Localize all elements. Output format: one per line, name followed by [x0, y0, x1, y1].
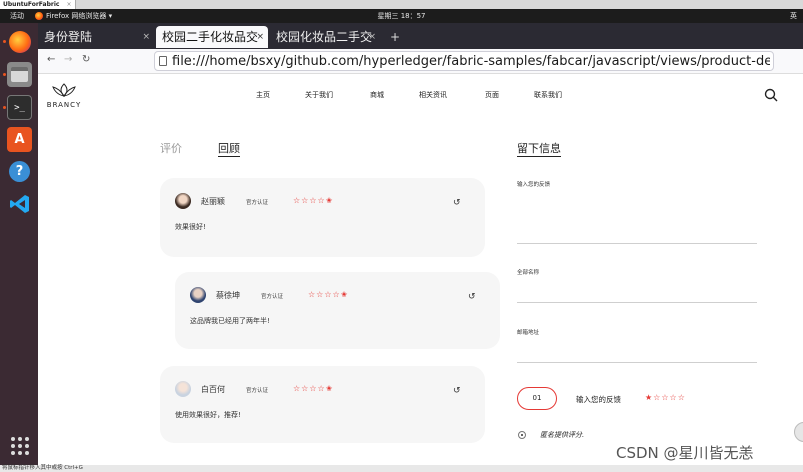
submit-button[interactable]: 01	[517, 387, 557, 410]
menu-item-contact[interactable]: 联系我们	[534, 90, 562, 100]
reload-icon[interactable]: ↻	[82, 54, 90, 65]
url-text[interactable]: file:///home/bsxy/github.com/hyperledger…	[172, 52, 770, 71]
dock-files-icon[interactable]	[7, 62, 32, 87]
star-rating: ☆☆☆☆✬	[293, 196, 334, 205]
verified-badge: 官方认证	[246, 388, 269, 394]
comment-card: 赵丽颖 官方认证 ☆☆☆☆✬ ↺ 效果很好!	[160, 178, 485, 257]
lotus-logo-icon	[52, 83, 76, 97]
star-rating: ☆☆☆☆✬	[293, 384, 334, 393]
tab-close-icon[interactable]: ×	[142, 26, 150, 48]
dock-software-store-icon[interactable]: A	[7, 127, 32, 152]
browser-tab-active[interactable]: 校园二手化妆品交 ×	[156, 26, 268, 48]
page-icon	[159, 56, 167, 66]
site-logo[interactable]: BRANCY	[46, 82, 82, 109]
comment-author: 蔡徐坤	[216, 291, 240, 300]
avatar	[175, 381, 191, 397]
clock[interactable]: 星期三 18：57	[0, 9, 803, 23]
scroll-to-top-button[interactable]	[794, 422, 803, 442]
vm-tab-close-icon[interactable]: ×	[66, 0, 71, 9]
name-input[interactable]	[517, 302, 757, 303]
running-indicator	[3, 40, 6, 43]
browser-tab-bar: 身份登陆 × 校园二手化妆品交 × 校园化妆品二手交 × +	[38, 23, 803, 49]
show-applications-icon[interactable]	[11, 437, 29, 455]
browser-tab-title: 校园化妆品二手交	[276, 30, 373, 44]
dock-firefox-icon[interactable]	[7, 29, 32, 54]
url-bar[interactable]: file:///home/bsxy/github.com/hyperledger…	[154, 51, 774, 71]
system-top-bar: 活动 Firefox 网络浏览器 ▾ 星期三 18：57 英	[0, 9, 803, 23]
web-page: BRANCY 主页 关于我们 商城 相关资讯 页面 联系我们 评价 回顾 留下信…	[38, 74, 803, 472]
dock-vscode-icon[interactable]	[7, 191, 32, 216]
rating-label: 输入您的反馈	[576, 395, 621, 404]
comment-text: 使用效果很好，推荐!	[175, 411, 241, 419]
browser-tab[interactable]: 校园化妆品二手交 ×	[270, 26, 380, 48]
reply-icon[interactable]: ↺	[453, 198, 461, 208]
tab-close-icon[interactable]: ×	[256, 26, 264, 48]
vm-tab-title: UbuntuForFabric	[3, 1, 60, 8]
star-rating: ☆☆☆☆✬	[308, 290, 349, 299]
reply-icon[interactable]: ↺	[468, 292, 476, 302]
forward-arrow-icon[interactable]: →	[64, 54, 72, 65]
browser-tab-title: 校园二手化妆品交	[162, 30, 259, 44]
dock-terminal-icon[interactable]: >_	[7, 95, 32, 120]
name-label: 全部名称	[517, 270, 540, 276]
vm-status-bar: 将鼠标指针移入其中或按 Ctrl+G	[0, 465, 803, 472]
feedback-label: 输入您的反馈	[517, 182, 551, 188]
browser-nav-bar: ← → ↻ file:///home/bsxy/github.com/hyper…	[38, 49, 803, 74]
tab-replies[interactable]: 回顾	[218, 140, 240, 157]
feedback-input[interactable]	[517, 243, 757, 244]
tab-close-icon[interactable]: ×	[368, 26, 376, 48]
menu-item-about[interactable]: 关于我们	[305, 90, 333, 100]
dock: >_ A ?	[0, 23, 38, 472]
browser-tab-title: 身份登陆	[44, 30, 93, 44]
anonymous-radio[interactable]	[518, 431, 526, 439]
dock-help-icon[interactable]: ?	[7, 159, 32, 184]
menu-item-home[interactable]: 主页	[256, 90, 270, 100]
anonymous-label: 匿名提供评分.	[540, 431, 585, 439]
menu-item-shop[interactable]: 商城	[370, 90, 384, 100]
browser-tab[interactable]: 身份登陆 ×	[38, 26, 154, 48]
email-label: 邮箱地址	[517, 330, 540, 336]
comment-text: 效果很好!	[175, 223, 206, 231]
comment-text: 这品牌我已经用了两年半!	[190, 317, 270, 325]
leave-info-heading: 留下信息	[517, 142, 561, 157]
comment-card: 白百何 官方认证 ☆☆☆☆✬ ↺ 使用效果很好，推荐!	[160, 366, 485, 443]
search-icon[interactable]	[764, 88, 778, 102]
avatar	[175, 193, 191, 209]
input-method-indicator[interactable]: 英	[790, 9, 797, 23]
new-tab-button[interactable]: +	[390, 26, 400, 48]
verified-badge: 官方认证	[246, 200, 269, 206]
running-indicator	[3, 73, 6, 76]
vm-window-titlebar: UbuntuForFabric ×	[0, 0, 803, 9]
comment-author: 赵丽颖	[201, 197, 225, 206]
comment-card: 蔡徐坤 官方认证 ☆☆☆☆✬ ↺ 这品牌我已经用了两年半!	[175, 272, 500, 349]
avatar	[190, 287, 206, 303]
reply-icon[interactable]: ↺	[453, 386, 461, 396]
tab-reviews[interactable]: 评价	[160, 140, 182, 156]
menu-item-pages[interactable]: 页面	[485, 90, 499, 100]
logo-text: BRANCY	[46, 101, 82, 109]
verified-badge: 官方认证	[261, 294, 284, 300]
back-arrow-icon[interactable]: ←	[47, 54, 55, 65]
running-indicator	[3, 106, 6, 109]
rating-stars-input[interactable]: ★☆☆☆☆	[645, 393, 686, 402]
watermark: CSDN @星川皆无恙	[616, 444, 754, 462]
email-input[interactable]	[517, 362, 757, 363]
menu-item-news[interactable]: 相关资讯	[419, 90, 447, 100]
comment-author: 白百何	[201, 385, 225, 394]
vm-tab[interactable]: UbuntuForFabric ×	[0, 0, 77, 9]
